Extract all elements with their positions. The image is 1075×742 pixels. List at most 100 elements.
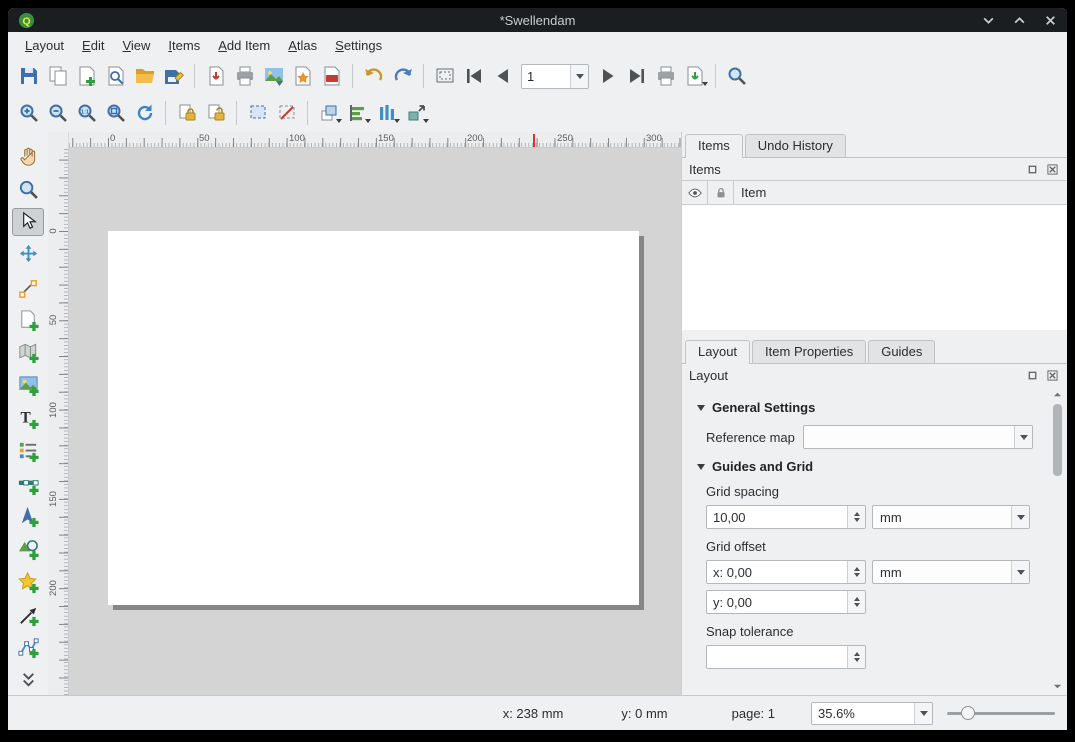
select-move-item-button[interactable] [12, 208, 44, 237]
layout-dock-float-button[interactable] [1025, 368, 1040, 383]
add-items-from-template-button[interactable] [201, 62, 230, 91]
item-column-header[interactable]: Item [734, 181, 1067, 204]
atlas-feature-dropdown-button[interactable] [570, 65, 588, 88]
zoom-level-combobox[interactable] [811, 702, 933, 725]
snap-tolerance-input[interactable] [707, 646, 847, 668]
add-scalebar-button[interactable] [12, 470, 44, 499]
lock-column-header[interactable] [708, 181, 734, 204]
menu-edit[interactable]: Edit [73, 35, 113, 56]
atlas-feature-spinbox[interactable] [521, 64, 589, 89]
tab-layout[interactable]: Layout [685, 340, 750, 364]
print-button[interactable] [230, 62, 259, 91]
pan-layout-button[interactable] [12, 142, 44, 171]
grid-spacing-unit-combobox[interactable]: mm [872, 505, 1030, 529]
tab-items[interactable]: Items [685, 134, 743, 158]
layout-page[interactable] [108, 231, 639, 605]
undo-button[interactable] [359, 62, 388, 91]
grid-offset-unit-dropdown-button[interactable] [1011, 561, 1029, 583]
grid-offset-y-input[interactable] [707, 591, 847, 613]
atlas-first-feature-button[interactable] [459, 62, 488, 91]
deselect-all-items-button[interactable] [272, 99, 301, 128]
zoom-tool-button[interactable] [12, 175, 44, 204]
atlas-feature-input[interactable] [522, 65, 570, 88]
add-shape-button[interactable] [12, 535, 44, 564]
add-arrow-button[interactable] [12, 601, 44, 630]
more-tools-button[interactable] [12, 666, 44, 695]
items-list[interactable] [682, 205, 1067, 330]
print-atlas-button[interactable] [651, 62, 680, 91]
export-pdf-button[interactable] [317, 62, 346, 91]
add-map-button[interactable] [12, 339, 44, 368]
tab-item-properties[interactable]: Item Properties [752, 340, 866, 363]
align-selected-items-button[interactable] [343, 99, 372, 128]
grid-offset-unit-combobox[interactable]: mm [872, 560, 1030, 584]
menu-items[interactable]: Items [159, 35, 209, 56]
grid-spacing-spinbox[interactable] [706, 505, 866, 529]
lock-selected-items-button[interactable] [172, 99, 201, 128]
titlebar[interactable]: Q *Swellendam [8, 8, 1067, 32]
zoom-full-button[interactable] [101, 99, 130, 128]
open-template-button[interactable] [130, 62, 159, 91]
unlock-all-items-button[interactable] [201, 99, 230, 128]
zoom-slider-thumb[interactable] [961, 706, 975, 720]
atlas-next-feature-button[interactable] [593, 62, 622, 91]
save-project-button[interactable] [14, 62, 43, 91]
zoom-slider[interactable] [947, 703, 1055, 723]
select-all-items-button[interactable] [243, 99, 272, 128]
snap-tolerance-spinbox[interactable] [706, 645, 866, 669]
move-item-content-button[interactable] [12, 240, 44, 269]
grid-offset-x-spinbox[interactable] [706, 560, 866, 584]
zoom-level-dropdown-button[interactable] [914, 703, 932, 724]
zoom-in-button[interactable] [14, 99, 43, 128]
new-layout-button[interactable] [72, 62, 101, 91]
scroll-down-icon[interactable] [1053, 682, 1062, 691]
general-settings-section[interactable]: General Settings [697, 400, 1033, 415]
menu-atlas[interactable]: Atlas [279, 35, 326, 56]
export-svg-button[interactable] [288, 62, 317, 91]
grid-offset-x-spin-buttons[interactable] [847, 561, 865, 583]
distribute-selected-items-button[interactable] [372, 99, 401, 128]
grid-spacing-unit-dropdown-button[interactable] [1011, 506, 1029, 528]
grid-spacing-input[interactable] [707, 506, 847, 528]
edit-nodes-item-button[interactable] [12, 273, 44, 302]
tab-undo-history[interactable]: Undo History [745, 134, 846, 157]
atlas-settings-button[interactable] [722, 62, 751, 91]
zoom-actual-size-button[interactable]: 1:1 [72, 99, 101, 128]
resize-selected-items-button[interactable] [401, 99, 430, 128]
close-button[interactable] [1044, 14, 1057, 27]
menu-add-item[interactable]: Add Item [209, 35, 279, 56]
add-picture-button[interactable] [12, 371, 44, 400]
atlas-previous-feature-button[interactable] [488, 62, 517, 91]
guides-grid-section[interactable]: Guides and Grid [697, 459, 1033, 474]
menu-settings[interactable]: Settings [326, 35, 391, 56]
export-atlas-button[interactable] [680, 62, 709, 91]
snap-tolerance-spin-buttons[interactable] [847, 646, 865, 668]
grid-offset-x-input[interactable] [707, 561, 847, 583]
items-dock-close-button[interactable] [1045, 162, 1060, 177]
atlas-last-feature-button[interactable] [622, 62, 651, 91]
layout-canvas[interactable] [69, 148, 681, 695]
layout-manager-button[interactable] [101, 62, 130, 91]
layout-panel-scrollbar[interactable] [1051, 388, 1064, 693]
maximize-button[interactable] [1013, 14, 1026, 27]
save-as-template-button[interactable] [159, 62, 188, 91]
grid-offset-y-spinbox[interactable] [706, 590, 866, 614]
grid-offset-y-spin-buttons[interactable] [847, 591, 865, 613]
raise-selected-items-button[interactable] [314, 99, 343, 128]
scrollbar-thumb[interactable] [1053, 404, 1062, 476]
zoom-out-button[interactable] [43, 99, 72, 128]
reference-map-dropdown-button[interactable] [1014, 426, 1032, 448]
add-marker-button[interactable] [12, 568, 44, 597]
duplicate-layout-button[interactable] [43, 62, 72, 91]
preview-atlas-button[interactable] [430, 62, 459, 91]
visibility-column-header[interactable] [682, 181, 708, 204]
export-image-button[interactable] [259, 62, 288, 91]
horizontal-ruler[interactable]: 0 50 100 150 200 250 300 [69, 132, 681, 148]
menu-layout[interactable]: Layout [16, 35, 73, 56]
items-dock-float-button[interactable] [1025, 162, 1040, 177]
add-north-arrow-button[interactable] [12, 502, 44, 531]
menu-view[interactable]: View [113, 35, 159, 56]
grid-spacing-spin-buttons[interactable] [847, 506, 865, 528]
vertical-ruler[interactable]: 0 50 100 150 200 [48, 148, 69, 695]
add-label-button[interactable]: T [12, 404, 44, 433]
